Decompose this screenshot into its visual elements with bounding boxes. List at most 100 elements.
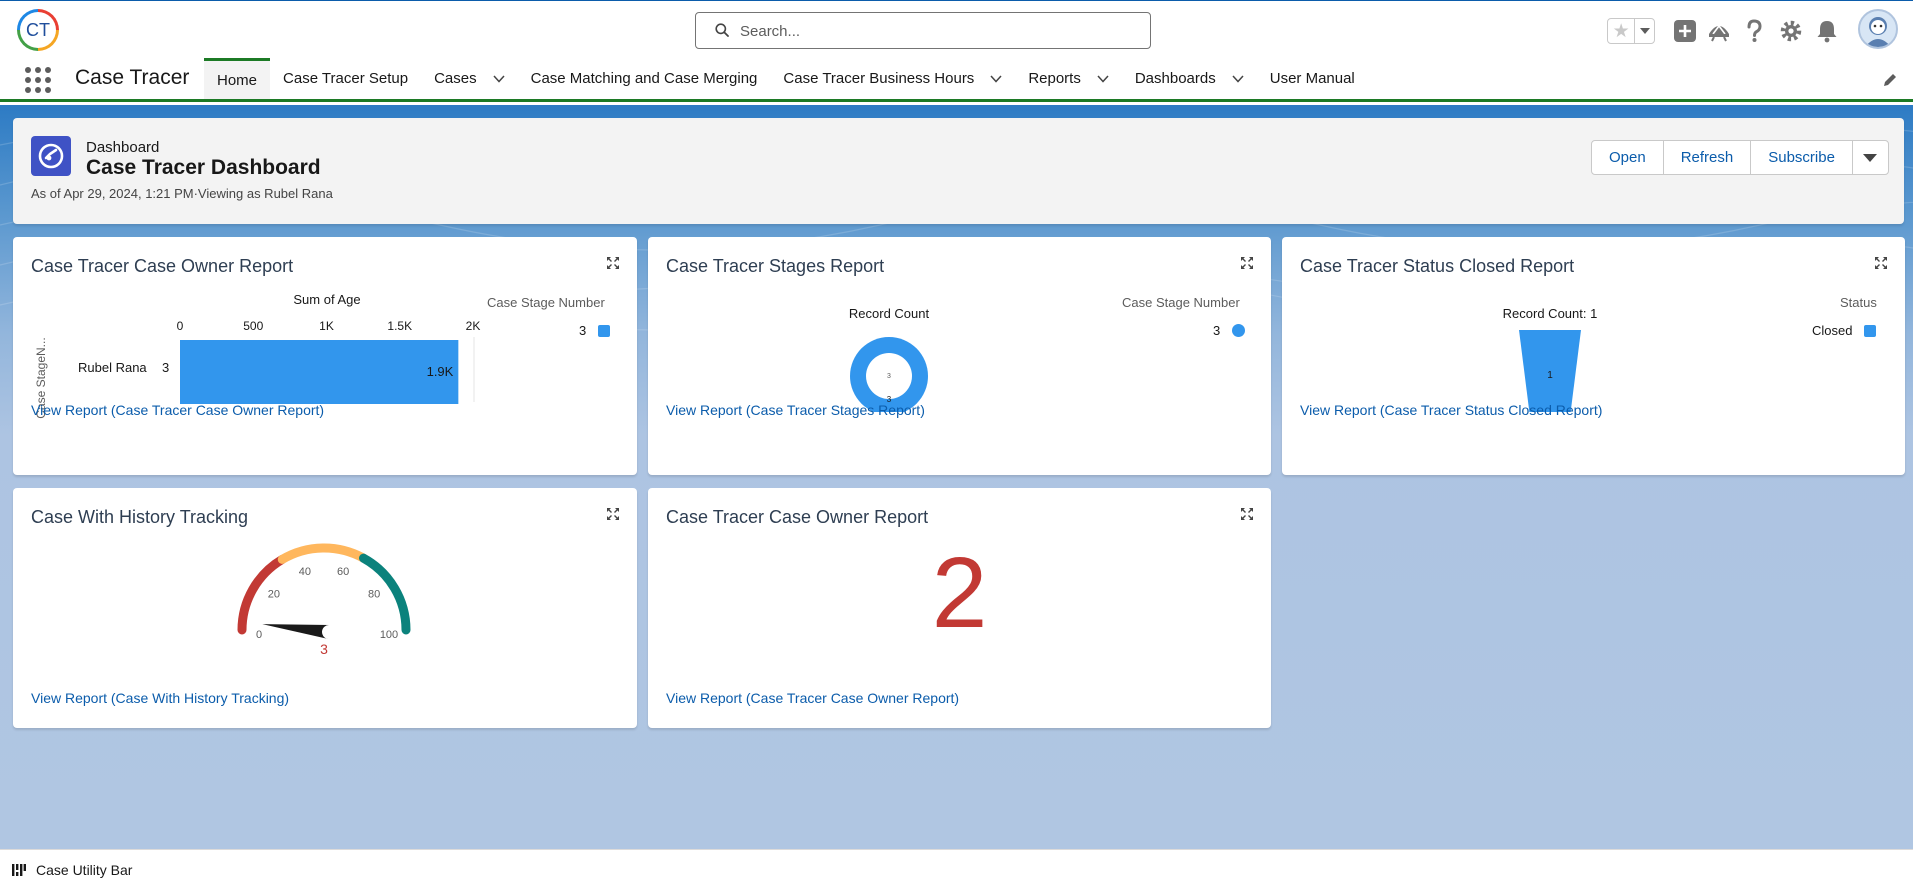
legend-title: Status bbox=[1840, 295, 1877, 310]
legend-swatch bbox=[1864, 324, 1877, 337]
nav-tab-label: Home bbox=[217, 71, 258, 89]
bar-row-label: Rubel Rana bbox=[78, 360, 147, 375]
card-title: Case Tracer Status Closed Report bbox=[1300, 256, 1575, 276]
nav-tab-case-matching[interactable]: Case Matching and Case Merging bbox=[518, 58, 771, 99]
card-title: Case With History Tracking bbox=[31, 507, 249, 527]
gauge-needle bbox=[262, 624, 330, 639]
app-logo[interactable]: CT bbox=[17, 9, 59, 51]
expand-icon[interactable] bbox=[1240, 507, 1254, 521]
stages-report-card: Case Tracer Stages Report Record Count 3… bbox=[648, 237, 1271, 475]
favorites-menu-icon[interactable] bbox=[1635, 19, 1654, 43]
card-title: Case Tracer Stages Report bbox=[666, 256, 885, 276]
owner-metric-card: Case Tracer Case Owner Report 2 View Rep… bbox=[648, 488, 1271, 728]
chart-title: Record Count: 1 bbox=[1503, 306, 1598, 321]
gauge-value-label: 3 bbox=[320, 641, 328, 657]
dashboard-header: Dashboard Case Tracer Dashboard As of Ap… bbox=[13, 118, 1904, 224]
legend-title: Case Stage Number bbox=[1122, 295, 1240, 310]
app-launcher-icon[interactable] bbox=[25, 67, 51, 93]
x-tick-label: 1K bbox=[319, 319, 334, 333]
nav-tab-dashboards[interactable]: Dashboards bbox=[1122, 58, 1257, 99]
nav-tab-label: Case Matching and Case Merging bbox=[530, 70, 758, 87]
gauge-tick-label: 80 bbox=[368, 589, 380, 601]
chevron-down-icon[interactable] bbox=[990, 74, 1002, 83]
nav-tab-business-hours[interactable]: Case Tracer Business Hours bbox=[770, 58, 1015, 99]
global-actions-icon[interactable] bbox=[1672, 18, 1698, 44]
nav-tab-cases[interactable]: Cases bbox=[421, 58, 518, 99]
chevron-down-icon[interactable] bbox=[1097, 74, 1109, 83]
legend-item[interactable]: Closed bbox=[1812, 323, 1877, 338]
x-tick-label: 500 bbox=[243, 319, 263, 333]
setup-gear-icon[interactable] bbox=[1778, 18, 1804, 44]
gauge-tick-label: 0 bbox=[256, 629, 262, 641]
nav-tab-label: Case Tracer Business Hours bbox=[783, 70, 975, 87]
metric-value[interactable]: 2 bbox=[648, 543, 1271, 643]
bar-data-label: 1.9K bbox=[427, 364, 454, 379]
legend-item[interactable]: 3 bbox=[1213, 323, 1246, 338]
nav-items: Home Case Tracer Setup Cases Case Matchi… bbox=[204, 58, 1368, 99]
chevron-down-icon[interactable] bbox=[1232, 74, 1244, 83]
view-report-link[interactable]: View Report (Case Tracer Case Owner Repo… bbox=[31, 402, 324, 418]
donut-center-label: 3 bbox=[887, 373, 891, 380]
user-avatar[interactable] bbox=[1858, 9, 1898, 49]
gauge-tick-label: 100 bbox=[380, 629, 398, 641]
help-icon[interactable] bbox=[1741, 18, 1767, 44]
bar-marks: 1.9K bbox=[180, 340, 459, 404]
utility-bar: Case Utility Bar bbox=[0, 849, 1913, 892]
view-report-link[interactable]: View Report (Case Tracer Stages Report) bbox=[666, 402, 925, 418]
legend-item[interactable]: 3 bbox=[579, 323, 611, 338]
x-tick-label: 0 bbox=[177, 319, 184, 333]
x-tick-label: 2K bbox=[466, 319, 481, 333]
owner-report-card: Case Tracer Case Owner Report Sum of Age… bbox=[13, 237, 637, 475]
nav-tab-home[interactable]: Home bbox=[204, 58, 271, 99]
nav-tab-label: Reports bbox=[1028, 70, 1081, 87]
dashboard-subtitle: As of Apr 29, 2024, 1:21 PM·Viewing as R… bbox=[31, 186, 333, 201]
refresh-button[interactable]: Refresh bbox=[1664, 141, 1752, 174]
legend-title: Case Stage Number bbox=[487, 295, 605, 310]
favorites-group: ★ bbox=[1607, 18, 1655, 44]
view-report-link[interactable]: View Report (Case Tracer Case Owner Repo… bbox=[666, 690, 959, 706]
nav-tab-case-tracer-setup[interactable]: Case Tracer Setup bbox=[270, 58, 421, 99]
global-search[interactable] bbox=[695, 12, 1151, 49]
utility-bar-item[interactable]: Case Utility Bar bbox=[12, 862, 132, 878]
global-header: CT ★ bbox=[0, 0, 1913, 58]
gauge-tick-labels: 0 20 40 60 80 100 bbox=[256, 566, 398, 641]
gauge-needle-shape bbox=[262, 624, 330, 639]
search-input[interactable] bbox=[740, 18, 1140, 44]
status-funnel-chart: Record Count: 1 1 bbox=[1503, 306, 1598, 412]
nav-tab-label: Dashboards bbox=[1134, 70, 1216, 87]
gauge-band bbox=[277, 543, 369, 564]
card-title: Case Tracer Case Owner Report bbox=[31, 256, 294, 276]
legend-label: Closed bbox=[1812, 323, 1853, 338]
chevron-down-icon bbox=[1863, 153, 1878, 162]
bar bbox=[180, 340, 459, 404]
notifications-bell-icon[interactable] bbox=[1814, 18, 1840, 44]
trailhead-icon[interactable] bbox=[1706, 18, 1732, 44]
subscribe-button[interactable]: Subscribe bbox=[1751, 141, 1853, 174]
open-button[interactable]: Open bbox=[1592, 141, 1664, 174]
nav-tab-reports[interactable]: Reports bbox=[1015, 58, 1122, 99]
nav-tab-user-manual[interactable]: User Manual bbox=[1257, 58, 1368, 99]
edit-nav-pencil-icon[interactable] bbox=[1882, 72, 1898, 88]
legend-swatch bbox=[598, 324, 611, 337]
nav-tab-label: Case Tracer Setup bbox=[283, 70, 409, 87]
card-title: Case Tracer Case Owner Report bbox=[666, 507, 929, 527]
app-name: Case Tracer bbox=[75, 66, 190, 89]
history-tracking-card: Case With History Tracking 0 20 40 60 80 100 … bbox=[13, 488, 637, 728]
legend-swatch bbox=[1232, 324, 1246, 337]
more-actions-button[interactable] bbox=[1853, 141, 1888, 174]
bar-row-group: 3 bbox=[162, 360, 169, 375]
dashboard-gauge-icon bbox=[31, 136, 71, 176]
legend-label: 3 bbox=[579, 323, 587, 338]
expand-icon[interactable] bbox=[606, 256, 620, 270]
gauge-bands bbox=[237, 543, 411, 635]
view-report-link[interactable]: View Report (Case With History Tracking) bbox=[31, 690, 289, 706]
chevron-down-icon[interactable] bbox=[493, 74, 505, 83]
view-report-link[interactable]: View Report (Case Tracer Status Closed R… bbox=[1300, 402, 1602, 418]
expand-icon[interactable] bbox=[1874, 256, 1888, 270]
search-icon bbox=[715, 23, 729, 37]
expand-icon[interactable] bbox=[606, 507, 620, 521]
gauge-tick-label: 40 bbox=[299, 566, 311, 578]
favorite-star-icon[interactable]: ★ bbox=[1608, 19, 1636, 43]
expand-icon[interactable] bbox=[1240, 256, 1254, 270]
dashboard-title: Case Tracer Dashboard bbox=[86, 156, 321, 179]
